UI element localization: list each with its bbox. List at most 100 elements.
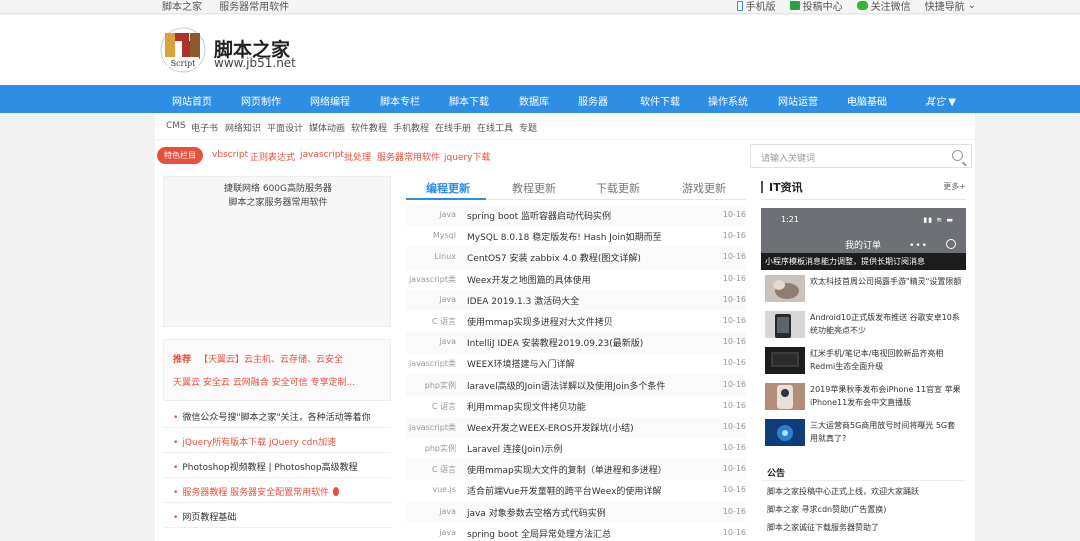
recommend-link[interactable]: 天翼云 安全云 云网融合 安全可信 专享定制...	[173, 375, 355, 388]
subnav-item[interactable]: 平面设计	[267, 121, 303, 134]
article-category[interactable]: java	[439, 295, 456, 304]
article-title[interactable]: 适合前端Vue开发童鞋的跨平台Weex的使用详解	[467, 484, 661, 497]
nav-item[interactable]: 电脑基础	[847, 93, 887, 108]
hot-link[interactable]: 批处理	[344, 150, 371, 163]
tab-game[interactable]: 游戏更新	[682, 180, 726, 196]
article-row[interactable]: C 语言 利用mmap实现文件拷贝功能 10-16	[406, 396, 746, 417]
article-title[interactable]: MySQL 8.0.18 稳定版发布! Hash Join如期而至	[467, 230, 662, 243]
article-category[interactable]: java	[439, 337, 456, 346]
hot-link[interactable]: jquery下载	[444, 150, 490, 163]
article-row[interactable]: C 语言 使用mmap实现大文件的复制（单进程和多进程） 10-16	[406, 459, 746, 481]
top-link-home[interactable]: 脚本之家	[162, 2, 202, 13]
article-row[interactable]: javascript类 Weex开发之地图篇的具体使用 10-16	[406, 269, 746, 290]
subnav-item[interactable]: 软件教程	[351, 121, 387, 134]
announcement-link[interactable]: 脚本之家 寻求cdn赞助(广告置换)	[767, 504, 886, 515]
article-category[interactable]: javascript类	[409, 422, 456, 433]
search-input[interactable]: 请输入关键词	[761, 151, 815, 164]
article-category[interactable]: php实例	[425, 443, 456, 454]
subnav-item[interactable]: 网络知识	[225, 121, 261, 134]
list-item[interactable]: 服务器教程 服务器安全配置常用软件	[163, 478, 391, 503]
nav-item[interactable]: 脚本专栏	[380, 93, 420, 108]
ad-line[interactable]: 捷联网络 600G高防服务器	[164, 181, 392, 194]
hot-link[interactable]: javascript	[300, 150, 344, 160]
news-item[interactable]: 三大运营商5G商用放号时间将曝光 5G套用就真了?	[761, 416, 966, 452]
wechat-link[interactable]: 关注微信	[856, 0, 911, 13]
tab-tutorial[interactable]: 教程更新	[512, 180, 556, 196]
article-row[interactable]: java spring boot 全局异常处理方法汇总 10-16	[406, 523, 746, 541]
article-row[interactable]: C 语言 使用mmap实现多进程对大文件拷贝 10-16	[406, 311, 746, 332]
search-icon[interactable]	[952, 150, 963, 161]
article-row[interactable]: java IntelliJ IDEA 安装教程2019.09.23(最新版) 10-…	[406, 332, 746, 354]
article-category[interactable]: php实例	[425, 380, 456, 391]
list-item[interactable]: 网页教程基础	[163, 503, 391, 528]
featured-caption[interactable]: 小程序模板消息能力调整，提供长期订阅消息	[761, 253, 966, 270]
article-title[interactable]: laravel高级的Join语法详解以及使用Join多个条件	[467, 379, 665, 392]
nav-item[interactable]: 操作系统	[708, 93, 748, 108]
article-category[interactable]: java	[439, 528, 456, 537]
more-link[interactable]: 更多+	[943, 181, 966, 192]
article-category[interactable]: vue.js	[432, 485, 456, 494]
article-category[interactable]: C 语言	[432, 401, 456, 412]
subnav-item[interactable]: 手机教程	[393, 121, 429, 134]
article-category[interactable]: C 语言	[432, 316, 456, 327]
article-title[interactable]: WEEX环境搭建与入门详解	[467, 357, 574, 370]
article-title[interactable]: Laravel 连接(Join)示例	[467, 442, 562, 455]
news-item[interactable]: 红米手机/笔记本/电视回款新品齐亮相Redmi生态全面升级	[761, 344, 966, 380]
article-category[interactable]: java	[439, 507, 456, 516]
featured-news-image[interactable]: 1:21 ▮▮ ≋ ▬ 我的订单 ••• 小程序模板消息能力调整，提供长期订阅消…	[761, 208, 966, 270]
nav-item[interactable]: 服务器	[578, 93, 608, 108]
nav-item[interactable]: 软件下载	[640, 93, 680, 108]
submit-link[interactable]: 投稿中心	[789, 0, 843, 13]
article-row[interactable]: java java 对象参数去空格方式代码实例 10-16	[406, 501, 746, 523]
article-row[interactable]: javascript类 Weex开发之WEEX-EROS开发踩坑(小结) 10-16	[406, 416, 746, 439]
article-category[interactable]: java	[439, 210, 456, 219]
article-title[interactable]: Weex开发之地图篇的具体使用	[467, 273, 591, 286]
nav-item[interactable]: 数据库	[519, 93, 549, 108]
hot-link[interactable]: 服务器常用软件	[377, 150, 440, 163]
article-row[interactable]: javascript类 WEEX环境搭建与入门详解 10-16	[406, 353, 746, 374]
nav-item[interactable]: 脚本下载	[449, 93, 489, 108]
subnav-item[interactable]: 专题	[519, 121, 537, 134]
article-category[interactable]: javascript类	[409, 274, 456, 285]
mobile-link[interactable]: 手机版	[736, 0, 776, 13]
subnav-item[interactable]: 电子书	[191, 121, 218, 134]
article-category[interactable]: Mysql	[433, 231, 456, 240]
ad-box[interactable]: 捷联网络 600G高防服务器 脚本之家服务器常用软件	[163, 176, 391, 327]
subnav-item[interactable]: 在线工具	[477, 121, 513, 134]
tab-programming[interactable]: 编程更新	[426, 180, 470, 196]
article-row[interactable]: java spring boot 监听容器启动代码实例 10-16	[406, 205, 746, 227]
article-category[interactable]: C 语言	[432, 464, 456, 475]
nav-item[interactable]: 网站运营	[778, 93, 818, 108]
article-row[interactable]: php实例 Laravel 连接(Join)示例 10-16	[406, 438, 746, 459]
article-row[interactable]: Linux CentOS7 安装 zabbix 4.0 教程(图文详解) 10-16	[406, 247, 746, 269]
article-title[interactable]: IDEA 2019.1.3 激活码大全	[467, 294, 579, 307]
nav-item[interactable]: 网站首页	[172, 93, 212, 108]
announcement-link[interactable]: 脚本之家诚征下载服务器赞助了	[767, 522, 879, 533]
article-title[interactable]: spring boot 监听容器启动代码实例	[467, 209, 611, 222]
article-title[interactable]: 使用mmap实现大文件的复制（单进程和多进程）	[467, 463, 667, 476]
site-url[interactable]: www.jb51.net	[214, 56, 296, 70]
subnav-item[interactable]: 媒体动画	[309, 121, 345, 134]
article-title[interactable]: spring boot 全局异常处理方法汇总	[467, 527, 611, 540]
quicknav-dropdown[interactable]: 快捷导航 ⌄	[925, 0, 976, 13]
article-title[interactable]: java 对象参数去空格方式代码实例	[467, 506, 606, 519]
top-link-software[interactable]: 服务器常用软件	[219, 2, 289, 13]
article-title[interactable]: 使用mmap实现多进程对大文件拷贝	[467, 315, 613, 328]
subnav-item[interactable]: CMS	[166, 121, 186, 131]
site-logo-icon[interactable]: Script	[160, 27, 206, 73]
nav-item[interactable]: 网页制作	[241, 93, 281, 108]
news-item[interactable]: Android10正式版发布推送 谷歌安卓10系统功能亮点不少	[761, 308, 966, 344]
hot-link[interactable]: vbscript	[212, 150, 248, 160]
list-item[interactable]: 微信公众号搜"脚本之家"关注，各种活动等着你	[163, 403, 391, 428]
hot-link[interactable]: 正则表达式	[250, 150, 295, 163]
article-row[interactable]: vue.js 适合前端Vue开发童鞋的跨平台Weex的使用详解 10-16	[406, 480, 746, 501]
article-row[interactable]: Mysql MySQL 8.0.18 稳定版发布! Hash Join如期而至 10…	[406, 226, 746, 247]
news-item[interactable]: 欢太科技首周公司揭露手游"精灵"设置限额	[761, 272, 966, 308]
article-title[interactable]: CentOS7 安装 zabbix 4.0 教程(图文详解)	[467, 251, 641, 264]
nav-item-more[interactable]: 其它 ▼	[925, 93, 956, 108]
article-title[interactable]: 利用mmap实现文件拷贝功能	[467, 400, 586, 413]
list-item[interactable]: Photoshop视频教程 | Photoshop高级教程	[163, 453, 391, 478]
article-title[interactable]: IntelliJ IDEA 安装教程2019.09.23(最新版)	[467, 336, 643, 349]
article-row[interactable]: php实例 laravel高级的Join语法详解以及使用Join多个条件 10-16	[406, 374, 746, 396]
list-item[interactable]: jQuery所有版本下载 jQuery cdn加速	[163, 428, 391, 453]
